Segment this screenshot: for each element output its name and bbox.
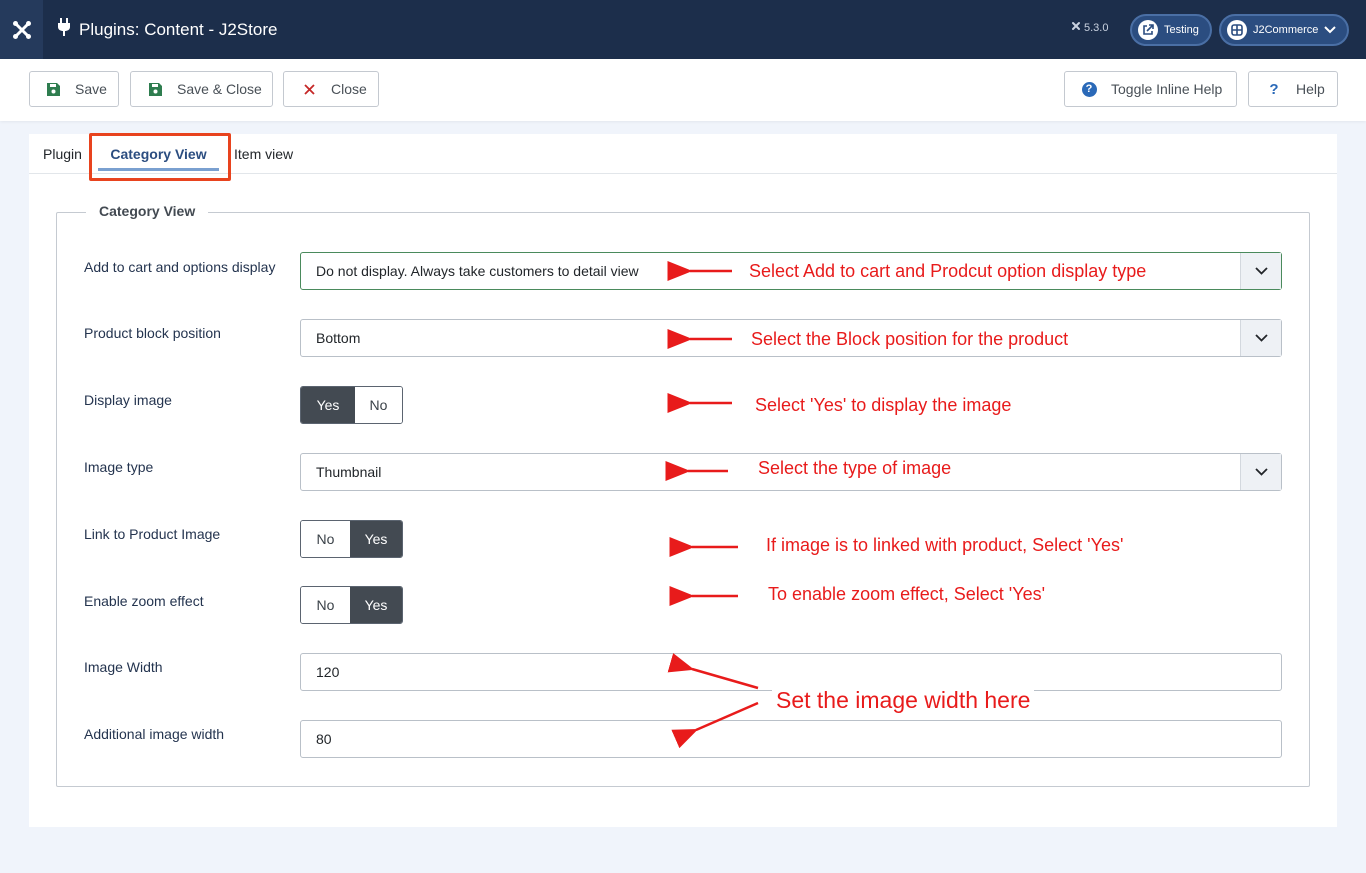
image-type-value: Thumbnail [316, 464, 382, 480]
question-icon: ? [1269, 80, 1279, 98]
close-icon [301, 83, 317, 95]
save-close-label: Save & Close [177, 81, 262, 97]
site-name: Testing [1164, 24, 1199, 36]
save-button[interactable]: Save [29, 71, 119, 107]
plug-icon [57, 18, 71, 41]
link-image-toggle[interactable]: No Yes [300, 520, 403, 558]
save-icon [45, 82, 61, 96]
tab-category-view[interactable]: Category View [98, 134, 219, 174]
annotation-add-to-cart: Select Add to cart and Prodcut option di… [745, 261, 1151, 282]
user-menu-button[interactable]: J2Commerce [1219, 14, 1349, 46]
annotation-display-image: Select 'Yes' to display the image [751, 395, 1016, 416]
additional-width-input[interactable]: 80 [300, 720, 1282, 758]
chevron-down-icon [1240, 253, 1281, 289]
zoom-yes[interactable]: Yes [350, 587, 402, 623]
user-menu-label: J2Commerce [1253, 24, 1319, 36]
image-type-label: Image type [84, 459, 154, 475]
toggle-inline-help-button[interactable]: ? Toggle Inline Help [1064, 71, 1237, 107]
grid-icon [1227, 20, 1247, 40]
save-close-button[interactable]: Save & Close [130, 71, 273, 107]
zoom-label: Enable zoom effect [84, 593, 204, 609]
toolbar: Save Save & Close Close ? Toggle Inline … [0, 59, 1366, 121]
question-circle-icon: ? [1081, 81, 1097, 97]
joomla-logo-icon[interactable] [0, 0, 43, 59]
display-image-toggle[interactable]: Yes No [300, 386, 403, 424]
toggle-help-label: Toggle Inline Help [1111, 81, 1223, 97]
annotation-zoom: To enable zoom effect, Select 'Yes' [764, 584, 1050, 605]
link-image-label: Link to Product Image [84, 526, 221, 542]
annotation-width: Set the image width here [772, 687, 1035, 714]
block-position-value: Bottom [316, 330, 361, 346]
tab-item-view[interactable]: Item view [234, 134, 293, 174]
joomla-small-icon [1071, 21, 1081, 34]
chevron-down-icon [1324, 26, 1337, 34]
link-image-yes[interactable]: Yes [350, 521, 402, 557]
help-button[interactable]: ? Help [1248, 71, 1338, 107]
close-button[interactable]: Close [283, 71, 379, 107]
fieldset-legend: Category View [86, 203, 209, 219]
link-image-no[interactable]: No [301, 521, 350, 557]
version-text: 5.3.0 [1084, 21, 1109, 34]
additional-width-label: Additional image width [84, 726, 225, 742]
add-to-cart-value: Do not display. Always take customers to… [316, 263, 639, 279]
chevron-down-icon [1240, 320, 1281, 356]
annotation-link-image: If image is to linked with product, Sele… [762, 535, 1128, 556]
app-header: Plugins: Content - J2Store 5.3.0 Testing… [0, 0, 1366, 59]
add-to-cart-label: Add to cart and options display [84, 259, 276, 275]
zoom-toggle[interactable]: No Yes [300, 586, 403, 624]
image-width-label: Image Width [84, 659, 163, 675]
external-link-icon [1138, 20, 1158, 40]
tab-bar: Plugin Category View Item view [29, 133, 1337, 181]
image-width-input[interactable]: 120 [300, 653, 1282, 691]
save-icon [147, 82, 163, 96]
save-label: Save [75, 81, 107, 97]
chevron-down-icon [1240, 454, 1281, 490]
close-label: Close [331, 81, 367, 97]
annotation-block-position: Select the Block position for the produc… [677, 329, 1075, 350]
help-label: Help [1296, 81, 1325, 97]
zoom-no[interactable]: No [301, 587, 350, 623]
annotation-image-type: Select the type of image [754, 458, 956, 479]
category-view-fieldset [56, 212, 1310, 787]
version-label: 5.3.0 [1071, 21, 1108, 34]
display-image-yes[interactable]: Yes [301, 387, 355, 423]
tab-plugin[interactable]: Plugin [43, 134, 82, 174]
display-image-label: Display image [84, 392, 172, 408]
page-title: Plugins: Content - J2Store [57, 0, 277, 59]
block-position-label: Product block position [84, 325, 221, 341]
view-site-button[interactable]: Testing [1130, 14, 1212, 46]
display-image-no[interactable]: No [355, 387, 402, 423]
page-title-text: Plugins: Content - J2Store [79, 19, 278, 39]
